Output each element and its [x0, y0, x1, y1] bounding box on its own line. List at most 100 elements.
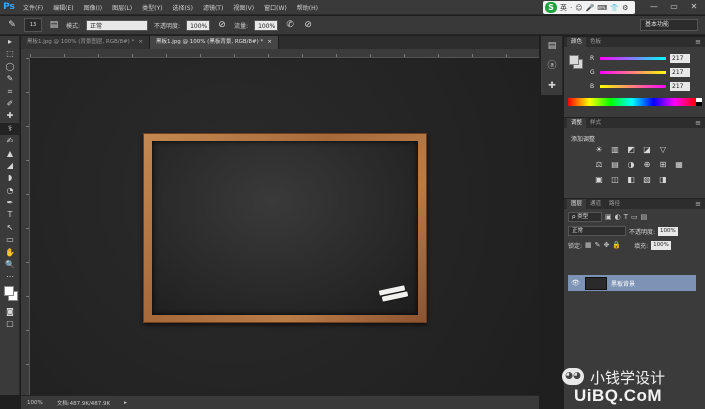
menu-help[interactable]: 帮助(H) — [292, 3, 323, 12]
menu-select[interactable]: 选择(S) — [167, 3, 198, 12]
status-arrow-icon[interactable]: ▸ — [124, 400, 127, 406]
lock-position-icon[interactable]: ✥ — [604, 241, 610, 249]
tab-paths[interactable]: 路径 — [605, 199, 624, 210]
eye-icon[interactable]: 👁 — [571, 279, 581, 287]
layer-kind-filter[interactable]: ρ 类型 — [568, 212, 602, 222]
clone-stamp-tool-icon[interactable]: ✍ — [0, 135, 20, 147]
ime-keyboard-icon[interactable]: ⌨ — [597, 4, 607, 12]
blend-mode-select[interactable]: 正常 — [568, 226, 626, 236]
color-spectrum-bar[interactable] — [568, 98, 696, 106]
move-tool-icon[interactable]: ▸ — [0, 36, 20, 48]
panel-menu-icon[interactable]: ≡ — [695, 119, 701, 127]
red-slider[interactable] — [600, 56, 666, 60]
exposure-icon[interactable]: ◪ — [640, 144, 654, 156]
workspace-select[interactable]: 基本功能 — [640, 19, 698, 31]
filter-shape-icon[interactable]: ▭ — [631, 213, 638, 221]
type-tool-icon[interactable]: T — [0, 209, 20, 221]
lock-pixels-icon[interactable]: ✎ — [595, 241, 601, 249]
marquee-tool-icon[interactable]: ⬚ — [0, 48, 20, 60]
eraser-tool-icon[interactable]: ◢ — [0, 160, 20, 172]
quick-select-tool-icon[interactable]: ✎ — [0, 73, 20, 85]
ruler-origin[interactable] — [21, 49, 30, 58]
menu-layer[interactable]: 图层(L) — [107, 3, 137, 12]
vertical-ruler[interactable] — [21, 58, 30, 395]
ime-mode-label[interactable]: 英 — [560, 3, 567, 13]
history-brush-tool-icon[interactable]: ▲ — [0, 148, 20, 160]
minimize-icon[interactable]: — — [648, 2, 660, 12]
eyedropper-tool-icon[interactable]: ✐ — [0, 98, 20, 110]
invert-icon[interactable]: ▣ — [592, 174, 606, 186]
layer-opacity-input[interactable]: 100% — [658, 226, 678, 236]
foreground-color-swatch[interactable] — [569, 55, 579, 65]
channel-mixer-icon[interactable]: ⊞ — [656, 159, 670, 171]
zoom-tool-icon[interactable]: 🔍 — [0, 259, 20, 271]
foreground-color-swatch[interactable] — [4, 285, 14, 296]
color-lookup-icon[interactable]: ▦ — [672, 159, 686, 171]
menu-window[interactable]: 窗口(W) — [259, 3, 292, 12]
filter-pixel-icon[interactable]: ▣ — [605, 213, 612, 221]
menu-edit[interactable]: 编辑(E) — [48, 3, 78, 12]
brush-tool-icon[interactable]: ⚕ — [0, 122, 20, 136]
green-value[interactable]: 217 — [670, 67, 690, 77]
selective-color-icon[interactable]: ◨ — [656, 174, 670, 186]
ime-settings-icon[interactable]: ⚙ — [622, 4, 628, 12]
green-slider[interactable] — [600, 70, 666, 74]
levels-icon[interactable]: ▥ — [608, 144, 622, 156]
mode-select[interactable]: 正常 — [86, 19, 149, 31]
panel-menu-icon[interactable]: ≡ — [695, 200, 701, 208]
panel-menu-icon[interactable]: ≡ — [695, 38, 701, 46]
curves-icon[interactable]: ◩ — [624, 144, 638, 156]
posterize-icon[interactable]: ◫ — [608, 174, 622, 186]
character-panel-icon[interactable]: ✚ — [541, 76, 563, 96]
pressure-size-icon[interactable]: ⊘ — [302, 19, 314, 31]
blue-slider[interactable] — [600, 84, 666, 88]
hand-tool-icon[interactable]: ✋ — [0, 247, 20, 259]
threshold-icon[interactable]: ◧ — [624, 174, 638, 186]
menu-view[interactable]: 视图(V) — [228, 3, 259, 12]
tab-swatches[interactable]: 色板 — [586, 37, 605, 48]
hue-saturation-icon[interactable]: ⚖ — [592, 159, 606, 171]
tab-close-icon[interactable]: × — [267, 39, 272, 45]
brightness-contrast-icon[interactable]: ☀ — [592, 144, 606, 156]
airbrush-icon[interactable]: ✆ — [284, 19, 296, 31]
close-icon[interactable]: ✕ — [688, 2, 700, 12]
filter-adjust-icon[interactable]: ◐ — [615, 213, 621, 221]
history-panel-icon[interactable]: ▤ — [541, 36, 563, 56]
menu-image[interactable]: 图像(I) — [79, 3, 107, 12]
tab-color[interactable]: 颜色 — [567, 36, 587, 48]
path-select-tool-icon[interactable]: ↖ — [0, 222, 20, 234]
brush-panel-icon[interactable]: ▤ — [48, 19, 60, 31]
layer-item[interactable]: 👁 黑板背景 — [568, 275, 696, 291]
filter-smart-icon[interactable]: ▤ — [641, 213, 648, 221]
lock-transparency-icon[interactable]: ▦ — [585, 241, 592, 249]
horizontal-ruler[interactable] — [30, 49, 539, 58]
ime-skin-icon[interactable]: 👕 — [610, 4, 619, 12]
tab-adjustments[interactable]: 调整 — [567, 117, 587, 129]
brush-size-picker[interactable]: 13 — [24, 18, 42, 32]
fill-input[interactable]: 100% — [651, 240, 671, 250]
tab-document-1[interactable]: 黑板1.jpg @ 100% (背景图层, RGB/8#) * × — [21, 36, 150, 49]
properties-panel-icon[interactable]: ⓐ — [541, 56, 563, 76]
maximize-icon[interactable]: ▭ — [668, 2, 680, 12]
tab-layers[interactable]: 图层 — [567, 198, 587, 210]
vibrance-icon[interactable]: ▽ — [656, 144, 670, 156]
blue-value[interactable]: 217 — [670, 81, 690, 91]
dodge-tool-icon[interactable]: ◔ — [0, 185, 20, 197]
quick-mask-icon[interactable]: ◙ — [0, 306, 20, 318]
color-balance-icon[interactable]: ▤ — [608, 159, 622, 171]
healing-tool-icon[interactable]: ✚ — [0, 110, 20, 122]
pressure-opacity-icon[interactable]: ⊘ — [216, 19, 228, 31]
tab-document-2[interactable]: 黑板1.jpg @ 100% (黑板背景, RGB/8#) * × — [149, 36, 279, 49]
flow-input[interactable]: 100% — [254, 19, 279, 31]
photo-filter-icon[interactable]: ⊕ — [640, 159, 654, 171]
gradient-map-icon[interactable]: ▧ — [640, 174, 654, 186]
zoom-level[interactable]: 100% — [27, 400, 43, 406]
crop-tool-icon[interactable]: ⌗ — [0, 86, 20, 98]
ime-punct-icon[interactable]: · — [570, 4, 572, 12]
black-white-ramp[interactable] — [696, 98, 702, 106]
ime-emoji-icon[interactable]: ☺ — [575, 4, 582, 12]
layer-name[interactable]: 黑板背景 — [611, 279, 635, 288]
screen-mode-icon[interactable]: ▢ — [0, 318, 20, 330]
ime-mic-icon[interactable]: 🎤 — [586, 4, 595, 12]
black-white-icon[interactable]: ◑ — [624, 159, 638, 171]
